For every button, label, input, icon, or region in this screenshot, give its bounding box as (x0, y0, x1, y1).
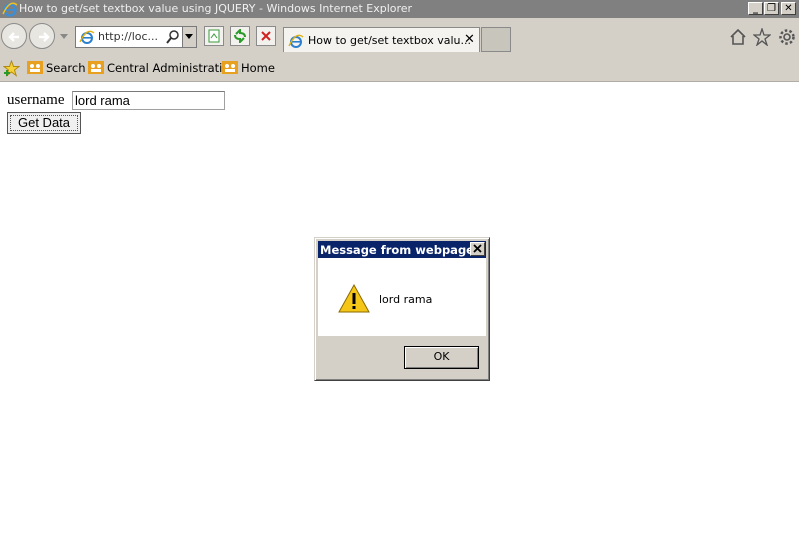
back-arrow-icon (8, 32, 19, 42)
username-input[interactable]: lord rama (72, 91, 225, 110)
username-label: username (7, 92, 65, 108)
compat-view-icon (208, 29, 220, 43)
close-icon (473, 244, 482, 253)
refresh-button[interactable] (230, 26, 250, 46)
tab-title: How to get/set textbox valu... (308, 34, 471, 47)
close-window-button[interactable]: ✕ (781, 2, 796, 15)
compatibility-view-button[interactable] (204, 26, 224, 46)
favorites-star-icon[interactable] (753, 28, 771, 46)
tab-current-page[interactable]: How to get/set textbox valu... ✕ (283, 27, 480, 52)
favorites-bar: Search Central Administration Home (0, 54, 799, 82)
dialog-close-button[interactable] (470, 242, 485, 256)
chevron-down-icon (185, 34, 193, 39)
sharepoint-icon (222, 61, 238, 74)
tab-close-icon[interactable]: ✕ (464, 32, 475, 47)
fav-item-label: Search (46, 61, 86, 75)
get-data-button[interactable]: Get Data (7, 112, 81, 134)
dialog-titlebar: Message from webpage (318, 241, 486, 258)
dialog-message: lord rama (379, 293, 433, 306)
warning-icon (338, 284, 370, 313)
address-dropdown-button[interactable] (182, 27, 196, 47)
dialog-title: Message from webpage (320, 243, 474, 257)
window-title: How to get/set textbox value using JQUER… (19, 2, 413, 15)
ie-logo-icon (2, 2, 18, 17)
sharepoint-icon (27, 61, 43, 74)
fav-item-label: Central Administration (107, 61, 237, 75)
favorites-center-icon[interactable] (3, 60, 20, 77)
fav-item-label: Home (241, 61, 275, 75)
dialog-body: lord rama (318, 258, 486, 336)
window-titlebar: How to get/set textbox value using JQUER… (0, 0, 799, 18)
recent-pages-dropdown-icon[interactable] (60, 32, 68, 40)
sharepoint-icon (88, 61, 104, 74)
address-text[interactable]: http://loc... (98, 30, 158, 43)
forward-arrow-icon (39, 32, 50, 42)
ie-tab-icon (288, 34, 304, 48)
ie-page-icon (79, 30, 95, 44)
gear-icon[interactable] (778, 28, 796, 46)
navigation-bar: http://loc... How to get/set textbox val… (0, 18, 799, 54)
minimize-button[interactable]: _ (748, 2, 763, 15)
forward-button[interactable] (29, 23, 55, 49)
ok-button[interactable]: OK (404, 346, 479, 369)
home-icon[interactable] (729, 28, 747, 46)
restore-button[interactable]: ❐ (764, 2, 779, 15)
stop-button[interactable] (256, 26, 276, 46)
address-bar[interactable]: http://loc... (75, 26, 197, 48)
search-icon[interactable] (166, 29, 180, 45)
back-button[interactable] (1, 23, 27, 49)
message-dialog: Message from webpage lord rama OK (314, 237, 490, 381)
refresh-icon (234, 29, 246, 43)
stop-icon (261, 31, 271, 41)
new-tab-button[interactable] (481, 27, 511, 52)
